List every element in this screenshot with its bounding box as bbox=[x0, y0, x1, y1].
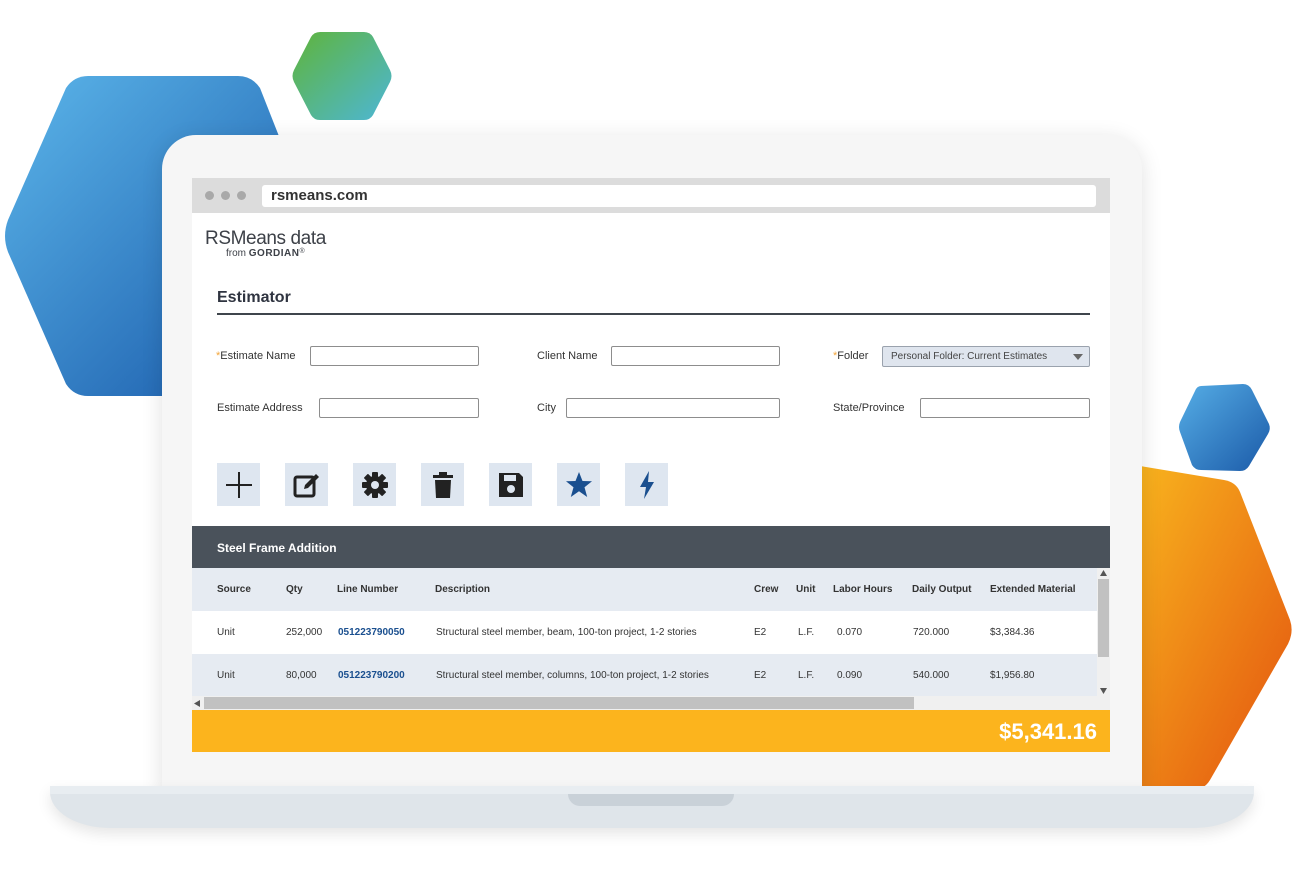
scroll-left-icon[interactable] bbox=[194, 700, 200, 707]
total-bar: $5,341.16 bbox=[192, 710, 1110, 752]
estimate-address-input[interactable] bbox=[319, 398, 479, 418]
section-title: Steel Frame Addition bbox=[217, 541, 337, 555]
column-header-description[interactable]: Description bbox=[435, 584, 490, 595]
settings-button[interactable] bbox=[353, 463, 396, 506]
cell-daily-output: 720.000 bbox=[913, 627, 950, 638]
column-header-qty[interactable]: Qty bbox=[286, 584, 303, 595]
cell-description: Structural steel member, columns, 100-to… bbox=[436, 670, 709, 681]
state-province-input[interactable] bbox=[920, 398, 1090, 418]
save-button[interactable] bbox=[489, 463, 532, 506]
trash-icon bbox=[432, 471, 453, 498]
cell-extended-material: $1,956.80 bbox=[990, 670, 1035, 681]
orange-hexagon-decoration bbox=[1128, 464, 1292, 790]
column-header-daily-output[interactable]: Daily Output bbox=[912, 584, 971, 595]
cell-extended-material: $3,384.36 bbox=[990, 627, 1035, 638]
laptop-notch bbox=[568, 794, 734, 806]
estimate-name-input[interactable] bbox=[310, 346, 479, 366]
brand-logo: RSMeans data bbox=[205, 228, 326, 249]
column-header-crew[interactable]: Crew bbox=[754, 584, 778, 595]
estimate-name-label: *Estimate Name bbox=[216, 350, 296, 362]
lightning-icon bbox=[639, 470, 654, 499]
page-title: Estimator bbox=[217, 289, 291, 306]
line-number-link[interactable]: 051223790200 bbox=[338, 670, 405, 681]
laptop-screen: rsmeans.com RSMeans data from GORDIAN® E… bbox=[192, 178, 1110, 752]
client-name-label: Client Name bbox=[537, 350, 598, 362]
column-header-source[interactable]: Source bbox=[217, 584, 251, 595]
state-province-label: State/Province bbox=[833, 402, 905, 414]
edit-icon bbox=[293, 473, 319, 497]
cell-source: Unit bbox=[217, 627, 235, 638]
plus-icon bbox=[225, 471, 252, 498]
client-name-input[interactable] bbox=[611, 346, 780, 366]
city-label: City bbox=[537, 402, 556, 414]
delete-button[interactable] bbox=[421, 463, 464, 506]
small-blue-hexagon-decoration bbox=[1179, 384, 1270, 471]
browser-bar: rsmeans.com bbox=[192, 178, 1110, 213]
cell-description: Structural steel member, beam, 100-ton p… bbox=[436, 627, 697, 638]
quick-action-button[interactable] bbox=[625, 463, 668, 506]
laptop-base-top bbox=[50, 786, 1254, 794]
column-header-line-number[interactable]: Line Number bbox=[337, 584, 398, 595]
column-header-extended-material[interactable]: Extended Material bbox=[990, 584, 1076, 595]
scroll-up-icon[interactable] bbox=[1100, 570, 1107, 576]
table-row[interactable]: Unit 80,000 051223790200 Structural stee… bbox=[192, 654, 1097, 696]
cell-source: Unit bbox=[217, 670, 235, 681]
add-button[interactable] bbox=[217, 463, 260, 506]
cell-daily-output: 540.000 bbox=[913, 670, 950, 681]
gear-icon bbox=[361, 471, 388, 498]
address-bar[interactable]: rsmeans.com bbox=[262, 185, 1096, 207]
title-divider bbox=[217, 313, 1090, 315]
chevron-down-icon bbox=[1073, 354, 1083, 360]
cell-qty: 80,000 bbox=[286, 670, 317, 681]
vertical-scroll-thumb[interactable] bbox=[1098, 579, 1109, 657]
cell-qty: 252,000 bbox=[286, 627, 323, 638]
brand-logo-sub: from GORDIAN® bbox=[226, 248, 305, 259]
table-row[interactable]: Unit 252,000 051223790050 Structural ste… bbox=[192, 611, 1097, 654]
star-icon bbox=[565, 471, 592, 497]
column-header-unit[interactable]: Unit bbox=[796, 584, 815, 595]
scroll-down-icon[interactable] bbox=[1100, 688, 1107, 694]
table-header: Source Qty Line Number Description Crew … bbox=[192, 568, 1097, 611]
total-amount: $5,341.16 bbox=[999, 719, 1097, 744]
logo-registered-mark: ® bbox=[299, 248, 305, 255]
window-dot-icon bbox=[205, 191, 214, 200]
favorite-button[interactable] bbox=[557, 463, 600, 506]
horizontal-scroll-thumb[interactable] bbox=[204, 697, 914, 709]
folder-select[interactable]: Personal Folder: Current Estimates bbox=[882, 346, 1090, 367]
folder-label: *Folder bbox=[833, 350, 869, 362]
cell-unit: L.F. bbox=[798, 627, 815, 638]
save-icon bbox=[498, 472, 523, 497]
green-hexagon-decoration bbox=[292, 32, 392, 120]
estimate-address-label: Estimate Address bbox=[217, 402, 303, 414]
column-header-labor-hours[interactable]: Labor Hours bbox=[833, 584, 892, 595]
city-input[interactable] bbox=[566, 398, 780, 418]
edit-button[interactable] bbox=[285, 463, 328, 506]
cell-labor-hours: 0.090 bbox=[837, 670, 863, 681]
cell-crew: E2 bbox=[754, 627, 767, 638]
window-dot-icon bbox=[221, 191, 230, 200]
line-number-link[interactable]: 051223790050 bbox=[338, 627, 405, 638]
section-header: Steel Frame Addition bbox=[192, 526, 1110, 568]
cell-labor-hours: 0.070 bbox=[837, 627, 863, 638]
window-dot-icon bbox=[237, 191, 246, 200]
cell-unit: L.F. bbox=[798, 670, 815, 681]
logo-from-text: from bbox=[226, 248, 246, 259]
logo-company-text: GORDIAN bbox=[248, 248, 300, 259]
cell-crew: E2 bbox=[754, 670, 767, 681]
